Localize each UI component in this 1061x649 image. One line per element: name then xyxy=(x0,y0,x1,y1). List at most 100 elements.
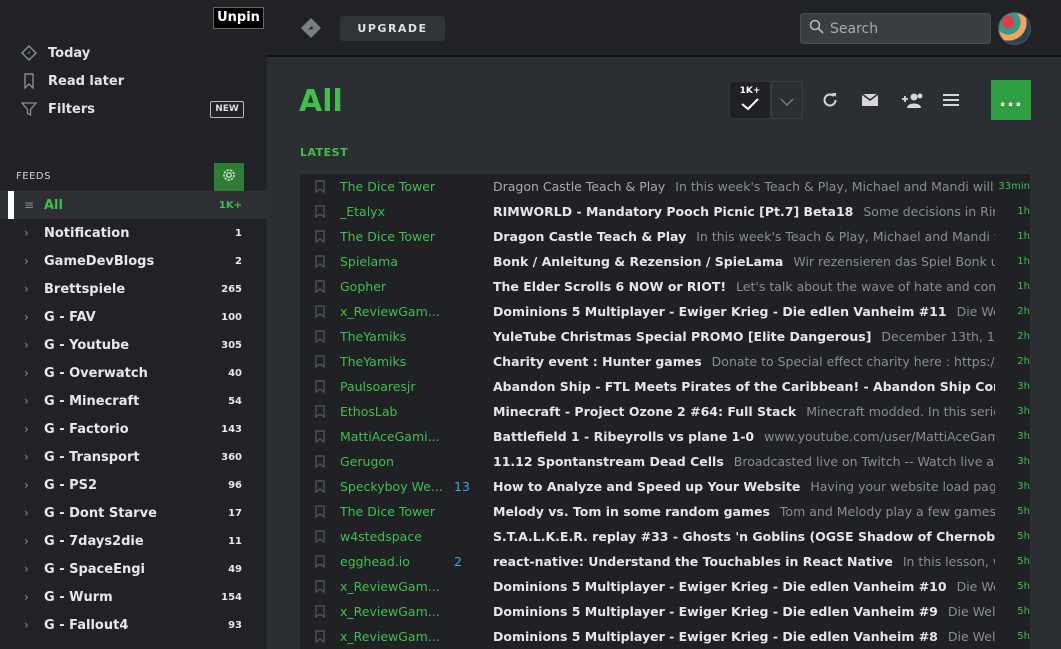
mail-icon[interactable] xyxy=(859,89,881,111)
feed-item[interactable]: › G - FAV 100 xyxy=(0,303,267,331)
entry-row[interactable]: EthosLab Minecraft - Project Ozone 2 #64:… xyxy=(300,399,1030,424)
entry-row[interactable]: x_ReviewGam... Dominions 5 Multiplayer - … xyxy=(300,624,1030,649)
refresh-icon[interactable] xyxy=(819,89,841,111)
entry-text[interactable]: Battlefield 1 - Ribeyrolls vs plane 1-0 w… xyxy=(493,429,995,444)
feed-item[interactable]: › G - Dont Starve 17 xyxy=(0,499,267,527)
entry-source[interactable]: EthosLab xyxy=(340,404,450,419)
feed-item[interactable]: › G - Factorio 143 xyxy=(0,415,267,443)
unpin-button[interactable]: Unpin xyxy=(213,7,264,29)
entry-row[interactable]: x_ReviewGam... Dominions 5 Multiplayer - … xyxy=(300,299,1030,324)
feed-item[interactable]: › G - Wurm 154 xyxy=(0,583,267,611)
feeds-settings-button[interactable] xyxy=(214,163,244,191)
entry-row[interactable]: The Dice Tower Dragon Castle Teach & Play… xyxy=(300,174,1030,199)
bookmark-icon[interactable] xyxy=(300,455,340,468)
entry-source[interactable]: Paulsoaresjr xyxy=(340,379,450,394)
list-view-icon[interactable] xyxy=(940,89,962,111)
entry-source[interactable]: Spielama xyxy=(340,254,450,269)
nav-today[interactable]: Today xyxy=(20,43,90,63)
chevron-right-icon[interactable]: › xyxy=(24,506,44,520)
entry-source[interactable]: Speckyboy We... xyxy=(340,479,450,494)
more-options-button[interactable]: ... xyxy=(991,80,1031,120)
entry-source[interactable]: w4stedspace xyxy=(340,529,450,544)
entry-text[interactable]: Dominions 5 Multiplayer - Ewiger Krieg -… xyxy=(493,629,995,644)
entry-row[interactable]: _Etalyx RIMWORLD - Mandatory Pooch Picnic… xyxy=(300,199,1030,224)
chevron-right-icon[interactable]: › xyxy=(24,534,44,548)
chevron-right-icon[interactable]: › xyxy=(24,226,44,240)
chevron-right-icon[interactable]: › xyxy=(24,338,44,352)
entry-text[interactable]: Dragon Castle Teach & Play In this week's… xyxy=(493,179,995,194)
entry-row[interactable]: TheYamiks Charity event : Hunter games Don… xyxy=(300,349,1030,374)
chevron-right-icon[interactable]: › xyxy=(24,478,44,492)
bookmark-icon[interactable] xyxy=(300,605,340,618)
chevron-right-icon[interactable]: › xyxy=(24,394,44,408)
feed-item[interactable]: › G - SpaceEngi 49 xyxy=(0,555,267,583)
entry-text[interactable]: How to Analyze and Speed up Your Website… xyxy=(493,479,995,494)
feed-item[interactable]: › GameDevBlogs 2 xyxy=(0,247,267,275)
chevron-right-icon[interactable]: › xyxy=(24,310,44,324)
feed-item[interactable]: › G - 7days2die 11 xyxy=(0,527,267,555)
chevron-right-icon[interactable]: › xyxy=(24,422,44,436)
entry-text[interactable]: Dominions 5 Multiplayer - Ewiger Krieg -… xyxy=(493,304,995,319)
entry-text[interactable]: S.T.A.L.K.E.R. replay #33 - Ghosts 'n Go… xyxy=(493,529,995,544)
bookmark-icon[interactable] xyxy=(300,555,340,568)
entry-row[interactable]: The Dice Tower Melody vs. Tom in some ran… xyxy=(300,499,1030,524)
entry-text[interactable]: react-native: Understand the Touchables … xyxy=(493,554,995,569)
feed-item[interactable]: › Notification 1 xyxy=(0,219,267,247)
entry-row[interactable]: Paulsoaresjr Abandon Ship - FTL Meets Pir… xyxy=(300,374,1030,399)
bookmark-icon[interactable] xyxy=(300,180,340,193)
entry-row[interactable]: egghead.io 2 react-native: Understand the … xyxy=(300,549,1030,574)
entry-text[interactable]: Bonk / Anleitung & Rezension / SpieLama W… xyxy=(493,254,995,269)
feed-item[interactable]: › G - Youtube 305 xyxy=(0,331,267,359)
mark-read-options-button[interactable] xyxy=(771,81,803,119)
entry-source[interactable]: x_ReviewGam... xyxy=(340,579,450,594)
entry-text[interactable]: Abandon Ship - FTL Meets Pirates of the … xyxy=(493,379,995,394)
entry-row[interactable]: Speckyboy We... 13 How to Analyze and Spee… xyxy=(300,474,1030,499)
chevron-right-icon[interactable]: › xyxy=(24,590,44,604)
entry-source[interactable]: TheYamiks xyxy=(340,354,450,369)
bookmark-icon[interactable] xyxy=(300,405,340,418)
entry-source[interactable]: TheYamiks xyxy=(340,329,450,344)
chevron-right-icon[interactable]: › xyxy=(24,366,44,380)
entry-row[interactable]: Spielama Bonk / Anleitung & Rezension / S… xyxy=(300,249,1030,274)
chevron-right-icon[interactable]: › xyxy=(24,618,44,632)
entry-text[interactable]: Dragon Castle Teach & Play In this week's… xyxy=(493,229,995,244)
entry-row[interactable]: x_ReviewGam... Dominions 5 Multiplayer - … xyxy=(300,574,1030,599)
entry-text[interactable]: Minecraft - Project Ozone 2 #64: Full St… xyxy=(493,404,995,419)
feed-item[interactable]: › G - PS2 96 xyxy=(0,471,267,499)
entry-row[interactable]: Gerugon 11.12 Spontanstream Dead Cells Bro… xyxy=(300,449,1030,474)
entry-source[interactable]: MattiAceGami... xyxy=(340,429,450,444)
feed-item[interactable]: › G - Overwatch 40 xyxy=(0,359,267,387)
entry-row[interactable]: TheYamiks YuleTube Christmas Special PROM… xyxy=(300,324,1030,349)
nav-read-later[interactable]: Read later xyxy=(20,71,124,91)
chevron-right-icon[interactable]: › xyxy=(24,254,44,268)
entry-source[interactable]: The Dice Tower xyxy=(340,179,450,194)
entry-text[interactable]: Melody vs. Tom in some random games Tom a… xyxy=(493,504,995,519)
entry-text[interactable]: YuleTube Christmas Special PROMO [Elite … xyxy=(493,329,995,344)
bookmark-icon[interactable] xyxy=(300,280,340,293)
nav-filters[interactable]: Filters xyxy=(20,99,95,119)
bookmark-icon[interactable] xyxy=(300,630,340,643)
entry-row[interactable]: w4stedspace S.T.A.L.K.E.R. replay #33 - G… xyxy=(300,524,1030,549)
entry-text[interactable]: Dominions 5 Multiplayer - Ewiger Krieg -… xyxy=(493,604,995,619)
chevron-right-icon[interactable]: › xyxy=(24,282,44,296)
entry-source[interactable]: x_ReviewGam... xyxy=(340,304,450,319)
entry-source[interactable]: The Dice Tower xyxy=(340,504,450,519)
avatar[interactable] xyxy=(998,12,1031,45)
bookmark-icon[interactable] xyxy=(300,480,340,493)
entry-source[interactable]: Gerugon xyxy=(340,454,450,469)
entry-source[interactable]: x_ReviewGam... xyxy=(340,604,450,619)
entry-row[interactable]: MattiAceGami... Battlefield 1 - Ribeyroll… xyxy=(300,424,1030,449)
bookmark-icon[interactable] xyxy=(300,230,340,243)
bookmark-icon[interactable] xyxy=(300,380,340,393)
bookmark-icon[interactable] xyxy=(300,355,340,368)
entry-text[interactable]: Dominions 5 Multiplayer - Ewiger Krieg -… xyxy=(493,579,995,594)
bookmark-icon[interactable] xyxy=(300,305,340,318)
bookmark-icon[interactable] xyxy=(300,205,340,218)
entry-source[interactable]: The Dice Tower xyxy=(340,229,450,244)
feed-item[interactable]: ≡ All 1K+ xyxy=(0,191,267,219)
chevron-right-icon[interactable]: › xyxy=(24,450,44,464)
entry-text[interactable]: The Elder Scrolls 6 NOW or RIOT! Let's ta… xyxy=(493,279,995,294)
bookmark-icon[interactable] xyxy=(300,530,340,543)
bookmark-icon[interactable] xyxy=(300,505,340,518)
bookmark-icon[interactable] xyxy=(300,430,340,443)
